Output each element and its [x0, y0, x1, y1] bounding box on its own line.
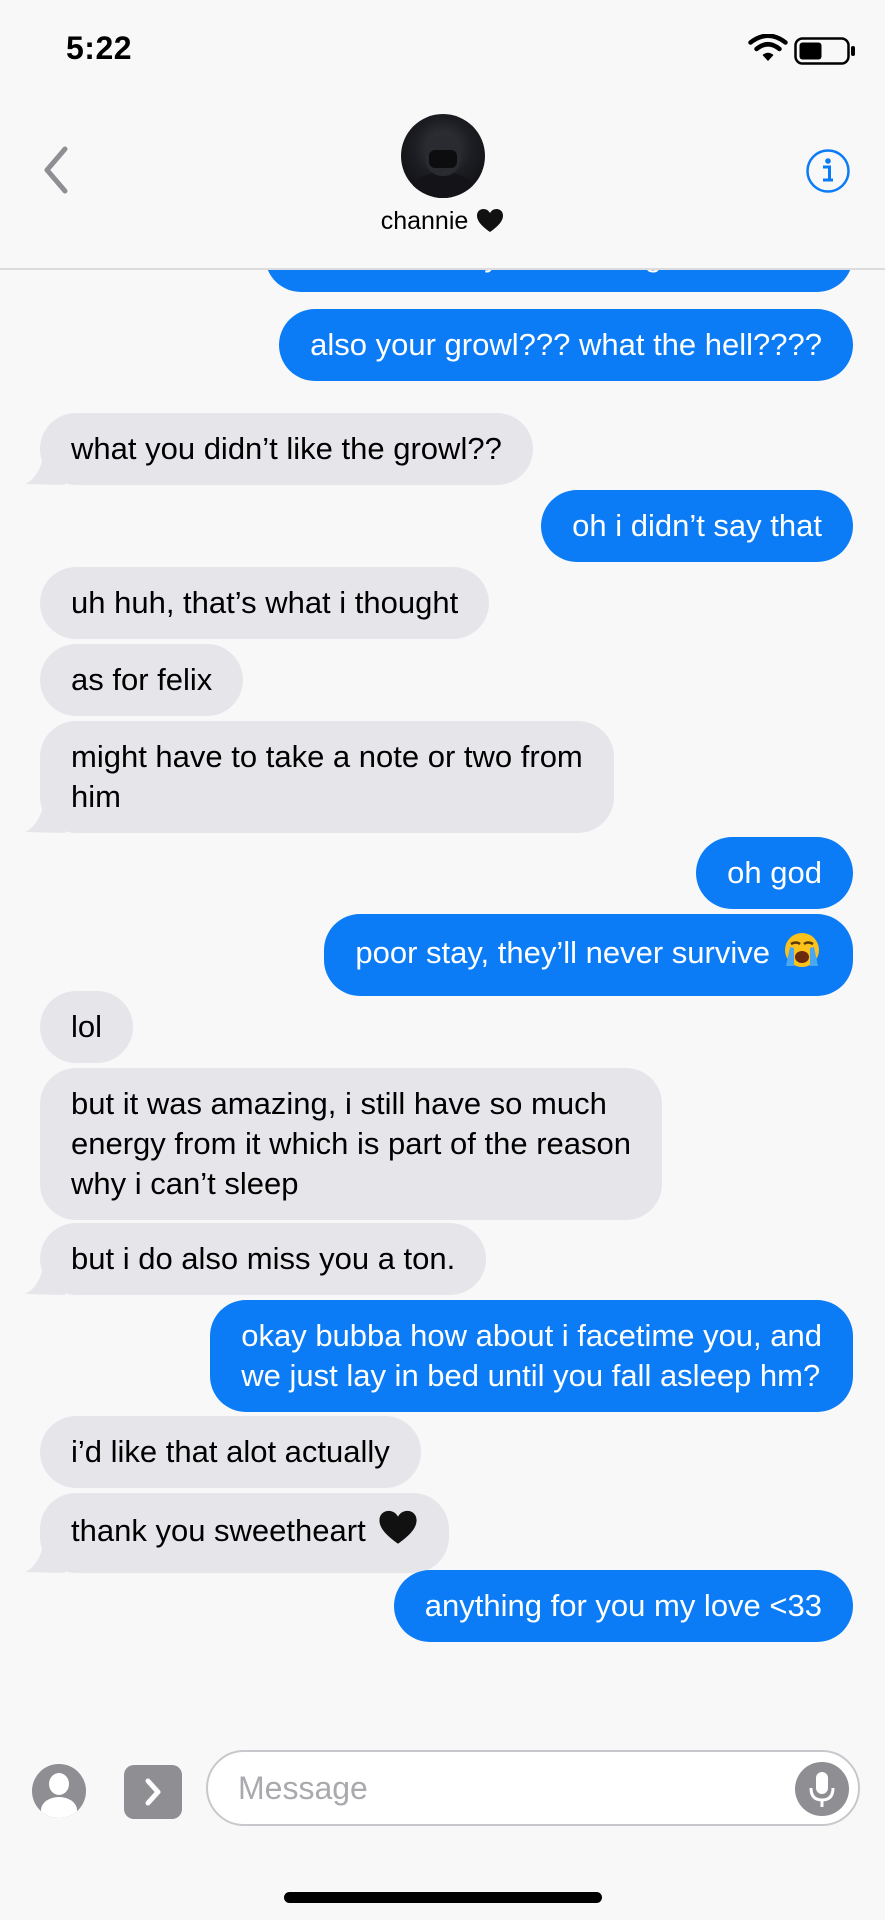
microphone-icon [809, 1772, 835, 1807]
home-indicator[interactable] [284, 1892, 602, 1903]
message-text: but it was amazing, i still have so much… [71, 1086, 631, 1201]
contact-icon-body [41, 1797, 77, 1818]
apps-button[interactable] [124, 1765, 182, 1819]
message-text: oh i didn’t say that [572, 508, 822, 543]
message-text: lol [71, 1009, 103, 1044]
black-heart-icon [378, 1509, 418, 1557]
received-message-bubble[interactable]: what you didn’t like the growl?? [40, 413, 533, 485]
loudly-crying-face-icon [782, 930, 822, 980]
contact-name[interactable]: channie [0, 206, 885, 236]
message-text: as for felix [71, 662, 213, 697]
received-message-bubble[interactable]: uh huh, that’s what i thought [40, 567, 490, 639]
info-icon[interactable] [805, 148, 851, 194]
apps-chevron-icon [145, 1778, 161, 1806]
received-message-bubble[interactable]: as for felix [40, 644, 244, 716]
black-heart-icon [477, 209, 504, 233]
received-message-bubble[interactable]: i’d like that alot actually [40, 1416, 421, 1488]
contact-avatar[interactable] [401, 114, 485, 198]
received-message-bubble[interactable]: but i do also miss you a ton. [40, 1223, 487, 1295]
sent-message-bubble[interactable]: also your growl??? what the hell???? [279, 309, 853, 381]
sent-message-bubble[interactable]: poor stay, they’ll never survive [324, 914, 853, 996]
sent-message-bubble[interactable]: oh god [696, 837, 853, 909]
message-text: anything for you my love <33 [424, 1588, 822, 1623]
bubble-tail [25, 1269, 65, 1295]
received-message-bubble[interactable]: might have to take a note or two from hi… [40, 721, 614, 833]
contact-icon[interactable] [32, 1764, 86, 1818]
message-text: what you didn’t like the growl?? [71, 431, 502, 466]
message-text: but i do also miss you a ton. [71, 1241, 456, 1276]
message-text: also your growl??? what the hell???? [310, 327, 822, 362]
bubble-tail [25, 459, 65, 485]
sent-message-bubble[interactable]: okay bubba how about i facetime you, and… [210, 1300, 853, 1412]
message-text: i’d like that alot actually [71, 1434, 390, 1469]
avatar-mask [429, 150, 457, 168]
bubble-tail [25, 1547, 65, 1573]
received-message-bubble[interactable]: lol [40, 991, 134, 1063]
message-text: okay bubba how about i facetime you, and… [241, 1318, 822, 1393]
received-message-bubble[interactable]: but it was amazing, i still have so much… [40, 1068, 662, 1220]
message-text: oh god [727, 855, 822, 890]
message-text: uh huh, that’s what i thought [71, 585, 459, 620]
received-message-bubble[interactable]: thank you sweetheart [40, 1493, 449, 1573]
bubble-tail [25, 807, 65, 833]
message-text: poor stay, they’ll never survive [355, 935, 770, 971]
sent-message-bubble[interactable]: anything for you my love <33 [393, 1570, 853, 1642]
conversation-header: channie [0, 100, 885, 270]
contact-icon-head [49, 1773, 69, 1795]
message-text: might have to take a note or two from hi… [71, 739, 583, 814]
contact-name-label: channie [380, 206, 469, 235]
message-input[interactable] [206, 1750, 860, 1826]
sent-message-bubble[interactable]: oh i didn’t say that [541, 490, 853, 562]
microphone-button[interactable] [795, 1762, 849, 1816]
message-text: thank you sweetheart [71, 1513, 366, 1549]
back-chevron-icon[interactable] [36, 142, 76, 198]
